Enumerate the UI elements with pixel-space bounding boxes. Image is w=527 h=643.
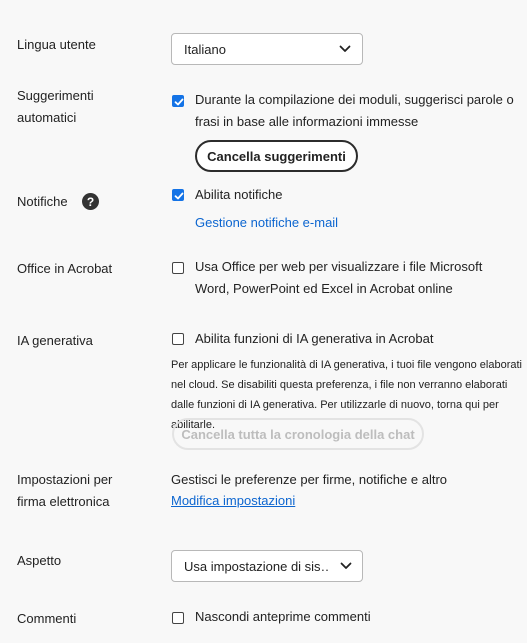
- checkmark-icon: [174, 98, 184, 106]
- autosuggest-checkbox-label[interactable]: Durante la compilazione dei moduli, sugg…: [195, 89, 520, 133]
- notifications-checkbox[interactable]: [172, 189, 184, 201]
- chevron-down-icon: [328, 34, 362, 64]
- language-select[interactable]: Italiano: [171, 33, 363, 65]
- help-icon[interactable]: ?: [82, 193, 99, 210]
- clear-chat-history-button[interactable]: Cancella tutta la cronologia della chat: [172, 418, 424, 450]
- language-label: Lingua utente: [17, 37, 96, 52]
- checkmark-icon: [174, 192, 184, 200]
- office-checkbox-label[interactable]: Usa Office per web per visualizzare i fi…: [195, 256, 520, 300]
- autosuggest-checkbox[interactable]: [172, 95, 184, 107]
- notifications-label: Notifiche: [17, 194, 68, 209]
- esign-text: Gestisci le preferenze per firme, notifi…: [171, 472, 448, 487]
- genai-label: IA generativa: [17, 333, 93, 348]
- office-checkbox[interactable]: [172, 262, 184, 274]
- edit-settings-link[interactable]: Modifica impostazioni: [171, 490, 295, 512]
- genai-checkbox-label[interactable]: Abilita funzioni di IA generativa in Acr…: [195, 328, 433, 350]
- appearance-label: Aspetto: [17, 553, 62, 568]
- appearance-select[interactable]: Usa impostazione di sis…: [171, 550, 363, 582]
- email-notifications-link[interactable]: Gestione notifiche e-mail: [195, 212, 338, 234]
- office-label: Office in Acrobat: [17, 261, 113, 276]
- chevron-down-icon: [329, 551, 362, 581]
- language-select-value: Italiano: [184, 41, 226, 57]
- clear-suggestions-button[interactable]: Cancella suggerimenti: [195, 140, 358, 172]
- notifications-checkbox-label[interactable]: Abilita notifiche: [195, 184, 282, 206]
- autosuggest-label: Suggerimenti automatici: [17, 88, 94, 125]
- genai-checkbox[interactable]: [172, 333, 184, 345]
- comments-checkbox[interactable]: [172, 612, 184, 624]
- comments-label: Commenti: [17, 611, 77, 626]
- appearance-select-value: Usa impostazione di sis…: [184, 558, 330, 574]
- esign-label: Impostazioni per firma elettronica: [17, 472, 113, 509]
- comments-checkbox-label[interactable]: Nascondi anteprime commenti: [195, 606, 371, 628]
